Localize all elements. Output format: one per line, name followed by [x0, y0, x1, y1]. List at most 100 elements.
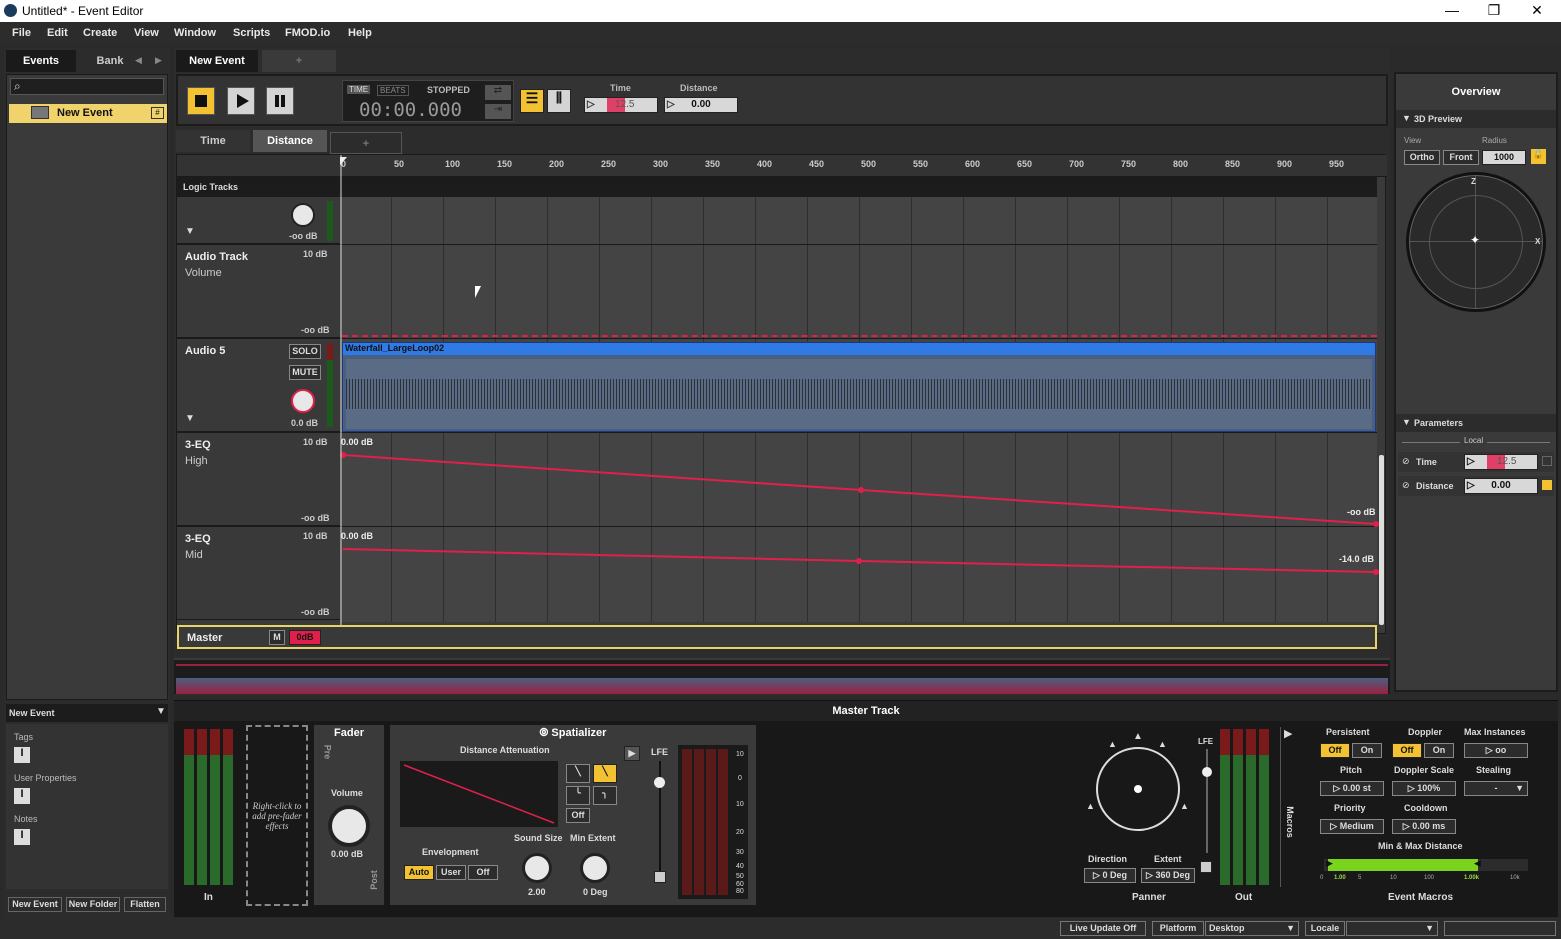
extent-field[interactable]: ▷ 360 Deg — [1141, 868, 1195, 883]
max-handle-icon[interactable]: ◀ — [1474, 858, 1481, 869]
time-param-field[interactable]: ▷ 12.5 — [584, 97, 658, 113]
close-button[interactable]: ✕ — [1522, 2, 1552, 20]
tab-new-event[interactable]: New Event — [176, 50, 258, 72]
lfe-toggle[interactable] — [654, 871, 666, 883]
panner-lfe-slider-track[interactable] — [1206, 749, 1208, 853]
curve-linear-icon[interactable]: ╲ — [593, 764, 617, 783]
sound-size-knob[interactable] — [522, 853, 552, 883]
min-handle-icon[interactable]: ▶ — [1326, 858, 1333, 869]
curve-inverse-icon[interactable]: ╰ — [566, 786, 590, 805]
flatten-button[interactable]: Flatten — [124, 897, 166, 912]
stealing-dropdown[interactable]: - ▼ — [1464, 781, 1528, 796]
radius-field[interactable]: 1000 — [1482, 150, 1526, 165]
attenuation-off-button[interactable]: Off — [566, 808, 590, 823]
parameter-row-distance[interactable]: ⊘ Distance ▷ 0.00 — [1398, 476, 1554, 496]
tab-bank[interactable]: Bank — [80, 50, 140, 72]
priority-field[interactable]: ▷ Medium — [1320, 819, 1384, 834]
minimize-button[interactable]: — — [1437, 2, 1467, 20]
doppler-scale-field[interactable]: ▷ 100% — [1392, 781, 1456, 796]
master-volume-field[interactable]: 0dB — [289, 630, 321, 645]
envelopment-user-button[interactable]: User — [436, 865, 466, 880]
collapse-icon[interactable]: ▼ — [156, 706, 166, 717]
restore-button[interactable]: ❐ — [1479, 2, 1509, 20]
new-event-button[interactable]: New Event — [8, 897, 62, 912]
locale-dropdown[interactable]: ▼ — [1346, 921, 1438, 936]
user-properties-edit-icon[interactable]: I — [14, 788, 30, 804]
list-item[interactable]: New Event # — [9, 104, 167, 123]
platform-dropdown[interactable]: Desktop ▼ — [1205, 921, 1299, 936]
param-checkbox[interactable] — [1542, 456, 1552, 466]
doppler-on-button[interactable]: On — [1424, 743, 1454, 758]
automation-curves[interactable] — [177, 155, 1387, 635]
minmax-distance-slider[interactable]: ▶ ◀ — [1324, 858, 1528, 871]
tags-edit-icon[interactable]: I — [14, 747, 30, 763]
beats-mode-button[interactable]: BEATS — [377, 85, 409, 96]
front-button[interactable]: Front — [1443, 150, 1479, 165]
loop-icon[interactable]: ⇄ — [485, 85, 511, 100]
master-volume-knob[interactable] — [328, 805, 370, 847]
menu-view[interactable]: View — [134, 27, 159, 39]
ortho-button[interactable]: Ortho — [1404, 150, 1440, 165]
panner[interactable]: ▲ ▲ ▲ ▲ ▲ — [1086, 731, 1189, 837]
live-update-button[interactable]: Live Update Off — [1060, 921, 1146, 936]
3d-preview-view[interactable]: Z X ✦ — [1406, 172, 1546, 312]
notes-edit-icon[interactable]: I — [14, 829, 30, 845]
prefader-dropzone[interactable]: Right-click to add pre-fader effects — [246, 725, 308, 906]
menu-window[interactable]: Window — [174, 27, 216, 39]
curve-custom-icon[interactable]: ╮ — [593, 786, 617, 805]
lock-icon[interactable]: 🔒 — [1531, 149, 1546, 164]
tab-events[interactable]: Events — [6, 50, 76, 72]
tab-next-icon[interactable]: ▶ — [155, 55, 162, 66]
spatializer-play-icon[interactable]: ▶ — [624, 746, 640, 761]
play-button[interactable] — [227, 87, 255, 115]
track-list-view-icon[interactable]: ☰ — [520, 89, 544, 113]
pause-button[interactable] — [266, 87, 294, 115]
new-folder-button[interactable]: New Folder — [66, 897, 120, 912]
min-extent-knob[interactable] — [580, 853, 610, 883]
track-scrollbar[interactable] — [1379, 455, 1384, 625]
menu-file[interactable]: File — [12, 27, 31, 39]
lfe-slider-handle[interactable] — [654, 777, 665, 788]
follow-icon[interactable]: ⇥ — [485, 104, 511, 119]
add-parameter-tab-button[interactable]: + — [330, 132, 402, 154]
max-instances-field[interactable]: ▷ oo — [1464, 743, 1528, 758]
pitch-field[interactable]: ▷ 0.00 st — [1320, 781, 1384, 796]
param-checkbox[interactable] — [1542, 480, 1552, 490]
param-time-field[interactable]: ▷ 12.5 — [1464, 454, 1538, 470]
curve-linear-squared-icon[interactable]: ╲ — [566, 764, 590, 783]
master-track-row[interactable]: Master M 0dB — [177, 625, 1377, 649]
direction-field[interactable]: ▷ 0 Deg — [1084, 868, 1136, 883]
mixer-view-icon[interactable]: ⫼ — [547, 89, 571, 113]
menu-fmodio[interactable]: FMOD.io — [285, 27, 330, 39]
tab-prev-icon[interactable]: ◀ — [135, 55, 142, 66]
parameters-section-header[interactable]: ▼ Parameters — [1396, 414, 1556, 432]
overview-strip[interactable] — [174, 658, 1390, 694]
macros-expand-icon[interactable]: ▶ — [1284, 727, 1292, 740]
panner-lfe-toggle[interactable] — [1200, 861, 1212, 873]
tab-time[interactable]: Time — [176, 130, 250, 152]
envelopment-auto-button[interactable]: Auto — [404, 865, 434, 880]
time-mode-button[interactable]: TIME — [347, 85, 371, 94]
master-mute-button[interactable]: M — [269, 630, 285, 645]
panner-lfe-handle[interactable] — [1202, 767, 1212, 777]
envelopment-off-button[interactable]: Off — [468, 865, 498, 880]
doppler-off-button[interactable]: Off — [1392, 743, 1422, 758]
menu-create[interactable]: Create — [83, 27, 117, 39]
persistent-off-button[interactable]: Off — [1320, 743, 1350, 758]
menu-edit[interactable]: Edit — [47, 27, 68, 39]
add-event-tab-button[interactable]: + — [262, 50, 336, 72]
distance-param-field[interactable]: ▷ 0.00 — [664, 97, 738, 113]
listener-icon[interactable]: ✦ — [1470, 233, 1480, 247]
search-input[interactable]: ⌕ — [10, 78, 164, 95]
tab-distance[interactable]: Distance — [253, 130, 327, 152]
menu-help[interactable]: Help — [348, 27, 372, 39]
param-distance-field[interactable]: ▷ 0.00 — [1464, 478, 1538, 494]
persistent-on-button[interactable]: On — [1352, 743, 1382, 758]
panner-source-icon[interactable] — [1134, 785, 1142, 793]
attenuation-curve[interactable] — [400, 761, 558, 827]
parameter-row-time[interactable]: ⊘ Time ▷ 12.5 — [1398, 452, 1554, 472]
menu-scripts[interactable]: Scripts — [233, 27, 270, 39]
preview-section-header[interactable]: ▼ 3D Preview — [1396, 110, 1556, 128]
cooldown-field[interactable]: ▷ 0.00 ms — [1392, 819, 1456, 834]
stop-button[interactable] — [187, 87, 215, 115]
